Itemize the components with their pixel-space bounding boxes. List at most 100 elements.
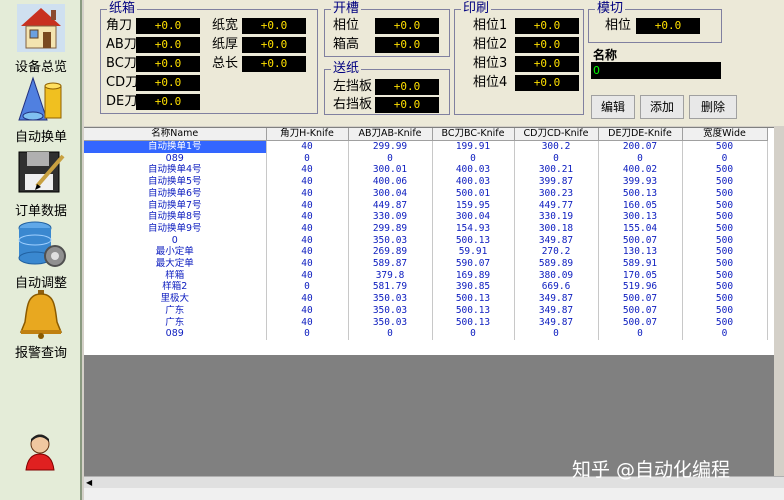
table-row[interactable]: 0 40 350.03 500.13 349.87 500.07 500 — [84, 234, 768, 247]
field-value[interactable]: +0.0 — [515, 56, 579, 72]
field-value[interactable]: +0.0 — [242, 18, 306, 34]
table-row[interactable]: 最大定单 40 589.87 590.07 589.89 589.91 500 — [84, 258, 768, 270]
table-row[interactable]: 样箱 40 379.8 169.89 380.09 170.05 500 — [84, 269, 768, 282]
table-row[interactable]: 样箱2 0 581.79 390.85 669.6 519.96 500 — [84, 281, 768, 294]
nav-alarm-query[interactable]: 报警查询 — [0, 288, 82, 361]
name-label: 名称 — [593, 48, 618, 62]
add-button[interactable]: 添加 — [640, 95, 684, 119]
table-cell: 400.03 — [432, 164, 515, 177]
table-cell: 159.95 — [432, 199, 515, 212]
scroll-left-icon[interactable]: ◀ — [86, 478, 92, 487]
table-cell: 0 — [266, 281, 349, 294]
table-cell: 449.87 — [348, 199, 433, 212]
nav-order-data[interactable]: 订单数据 — [0, 146, 82, 219]
table-cell: 300.04 — [348, 187, 433, 200]
table-row[interactable]: 自动换单6号 40 300.04 500.01 300.23 500.13 500 — [84, 187, 768, 200]
table-cell: 40 — [266, 187, 349, 200]
table-cell: 581.79 — [348, 281, 433, 294]
table-cell: 0 — [266, 152, 349, 165]
field-value[interactable]: +0.0 — [515, 37, 579, 53]
cell-name: 089 — [84, 152, 267, 165]
table-cell: 500.13 — [432, 316, 515, 329]
field-label: 相位2 — [473, 37, 508, 52]
table-cell: 300.2 — [514, 140, 599, 153]
order-table: 名称Name 角刀H-Knife AB刀AB-Knife BC刀BC-Knife… — [84, 127, 774, 355]
table-row[interactable]: 089 0 0 0 0 0 0 — [84, 152, 768, 165]
table-cell: 500 — [682, 269, 768, 282]
table-cell: 350.03 — [348, 304, 433, 317]
field-value[interactable]: +0.0 — [136, 56, 200, 72]
table-cell: 0 — [432, 328, 515, 340]
table-cell: 500.07 — [598, 293, 683, 305]
field-value[interactable]: +0.0 — [136, 37, 200, 53]
column-header-bc-knife[interactable]: BC刀BC-Knife — [432, 128, 515, 141]
table-cell: 0 — [514, 328, 599, 340]
table-row[interactable]: 自动换单4号 40 300.01 400.03 300.21 400.02 500 — [84, 164, 768, 177]
field-value[interactable]: +0.0 — [242, 37, 306, 53]
sidebar: 设备总览 自动换单 订单数据 自动调整 报警查询 — [0, 0, 82, 500]
field-label: DE刀 — [106, 94, 138, 109]
table-cell: 589.87 — [348, 258, 433, 270]
field-value[interactable]: +0.0 — [242, 56, 306, 72]
table-row[interactable]: 广东 40 350.03 500.13 349.87 500.07 500 — [84, 304, 768, 317]
column-header-cd-knife[interactable]: CD刀CD-Knife — [514, 128, 599, 141]
cell-name: 最小定单 — [84, 246, 267, 259]
bell-icon — [15, 288, 67, 340]
field-value[interactable]: +0.0 — [375, 37, 439, 53]
table-cell: 300.23 — [514, 187, 599, 200]
field-value[interactable]: +0.0 — [136, 18, 200, 34]
column-header-wide[interactable]: 宽度Wide — [682, 128, 768, 141]
field-value[interactable]: +0.0 — [375, 18, 439, 34]
table-cell: 40 — [266, 258, 349, 270]
vertical-scrollbar[interactable] — [774, 127, 784, 476]
table-row[interactable]: 089 0 0 0 0 0 0 — [84, 328, 768, 340]
table-cell: 349.87 — [514, 304, 599, 317]
delete-button[interactable]: 删除 — [689, 95, 737, 119]
nav-label: 自动换单 — [14, 130, 67, 145]
user-avatar-icon[interactable] — [24, 432, 56, 472]
column-header-name[interactable]: 名称Name — [84, 128, 267, 141]
table-cell: 300.01 — [348, 164, 433, 177]
table-row[interactable]: 最小定单 40 269.89 59.91 270.2 130.13 500 — [84, 246, 768, 259]
table-row[interactable]: 广东 40 350.03 500.13 349.87 500.07 500 — [84, 316, 768, 329]
column-header-h-knife[interactable]: 角刀H-Knife — [266, 128, 349, 141]
table-row[interactable]: 自动换单8号 40 330.09 300.04 330.19 300.13 500 — [84, 211, 768, 223]
table-cell: 500.07 — [598, 234, 683, 247]
nav-label: 订单数据 — [14, 204, 67, 219]
table-cell: 500 — [682, 140, 768, 153]
name-input[interactable]: 0 — [591, 62, 721, 79]
table-cell: 40 — [266, 293, 349, 305]
field-value[interactable]: +0.0 — [136, 94, 200, 110]
table-cell: 40 — [266, 176, 349, 188]
cell-name: 自动换单8号 — [84, 211, 267, 223]
table-cell: 669.6 — [514, 281, 599, 294]
table-cell: 170.05 — [598, 269, 683, 282]
table-row[interactable]: 自动换单1号 40 299.99 199.91 300.2 200.07 500 — [84, 140, 768, 153]
table-cell: 40 — [266, 234, 349, 247]
field-value[interactable]: +0.0 — [515, 75, 579, 91]
table-cell: 299.99 — [348, 140, 433, 153]
table-cell: 40 — [266, 140, 349, 153]
table-row[interactable]: 自动换单7号 40 449.87 159.95 449.77 160.05 500 — [84, 199, 768, 212]
table-cell: 40 — [266, 211, 349, 223]
table-cell: 300.21 — [514, 164, 599, 177]
table-cell: 500 — [682, 211, 768, 223]
column-header-ab-knife[interactable]: AB刀AB-Knife — [348, 128, 433, 141]
edit-button[interactable]: 编辑 — [591, 95, 635, 119]
field-value[interactable]: +0.0 — [375, 97, 439, 113]
field-value[interactable]: +0.0 — [515, 18, 579, 34]
column-header-de-knife[interactable]: DE刀DE-Knife — [598, 128, 683, 141]
field-value[interactable]: +0.0 — [636, 18, 700, 34]
table-row[interactable]: 里极大 40 350.03 500.13 349.87 500.07 500 — [84, 293, 768, 305]
table-row[interactable]: 自动换单5号 40 400.06 400.03 399.87 399.93 500 — [84, 176, 768, 188]
nav-auto-adjust[interactable]: 自动调整 — [0, 218, 82, 291]
table-cell: 270.2 — [514, 246, 599, 259]
table-cell: 199.91 — [432, 140, 515, 153]
nav-auto-order-change[interactable]: 自动换单 — [0, 72, 82, 145]
nav-device-overview[interactable]: 设备总览 — [0, 2, 82, 75]
field-value[interactable]: +0.0 — [375, 79, 439, 95]
field-label: 箱高 — [333, 37, 360, 52]
field-value[interactable]: +0.0 — [136, 75, 200, 91]
table-row[interactable]: 自动换单9号 40 299.89 154.93 300.18 155.04 500 — [84, 222, 768, 235]
cell-name: 广东 — [84, 304, 267, 317]
